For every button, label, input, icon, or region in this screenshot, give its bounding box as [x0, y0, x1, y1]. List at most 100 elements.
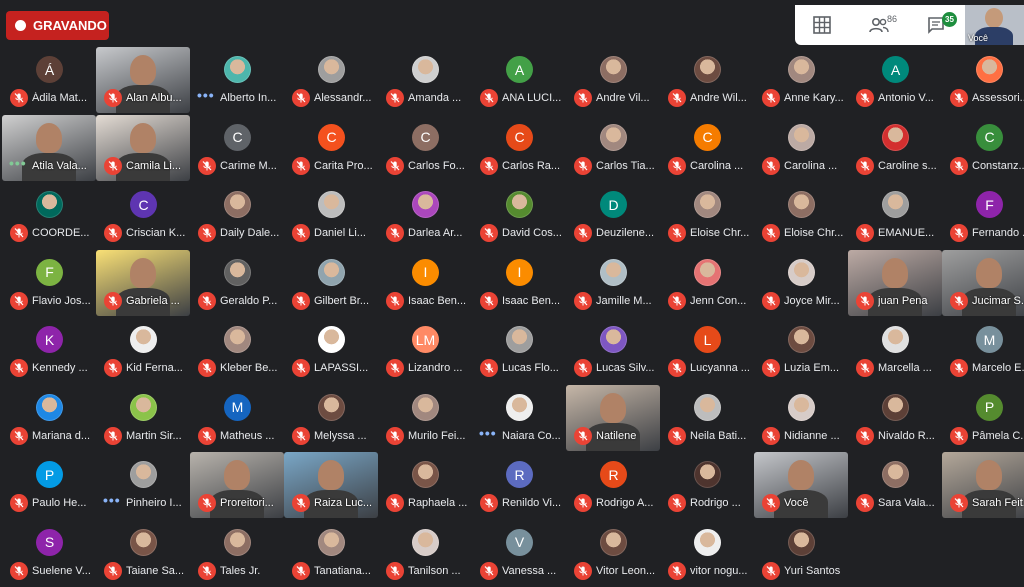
participant-tile[interactable]: Nidianne ... [754, 385, 848, 451]
participant-tile[interactable]: Jenn Con... [660, 250, 754, 316]
participant-tile[interactable]: David Cos... [472, 182, 566, 248]
participant-tile[interactable]: Sara Vala... [848, 452, 942, 518]
participant-tile[interactable]: Lucas Silv... [566, 317, 660, 383]
participant-tile[interactable]: Camila Li... [96, 114, 190, 181]
participant-tile[interactable]: Alessandr... [284, 47, 378, 113]
participant-tile[interactable]: Daniel Li... [284, 182, 378, 248]
participant-tile[interactable]: Andre Wil... [660, 47, 754, 113]
participant-tile[interactable]: I Isaac Ben... [472, 250, 566, 316]
participant-tile[interactable]: Caroline s... [848, 115, 942, 181]
participant-tile[interactable]: F Fernando ... [942, 182, 1024, 248]
participant-tile[interactable]: F Flavio Jos... [2, 250, 96, 316]
participant-tile[interactable]: P Paulo He... [2, 452, 96, 518]
participant-tile[interactable]: D Deuzilene... [566, 182, 660, 248]
participant-tile[interactable]: Gilbert Br... [284, 250, 378, 316]
participant-tile[interactable]: Raiza Luc... [284, 452, 378, 518]
participant-tile[interactable]: R Renildo Vi... [472, 452, 566, 518]
participant-tile[interactable]: ••• Pinheiro I... [96, 452, 190, 518]
participant-tile[interactable]: P Pâmela C... [942, 385, 1024, 451]
participant-tile[interactable]: COORDE... [2, 182, 96, 248]
participant-tile[interactable]: Proreitori... [190, 452, 284, 518]
participant-tile[interactable]: Daily Dale... [190, 182, 284, 248]
participant-tile[interactable]: Gabriela ... [96, 249, 190, 316]
participant-tile[interactable]: Natilene [566, 384, 660, 451]
participant-tile[interactable]: R Rodrigo A... [566, 452, 660, 518]
participant-tile[interactable]: Murilo Fei... [378, 385, 472, 451]
participant-name: Você [784, 497, 809, 509]
participant-tile[interactable]: C Constanz... [942, 115, 1024, 181]
mic-muted-icon [950, 89, 968, 107]
participant-tile[interactable]: Vitor Leon... [566, 520, 660, 586]
participant-tile[interactable]: Carlos Tia... [566, 115, 660, 181]
participant-tile[interactable]: Eloise Chr... [754, 182, 848, 248]
participant-tile[interactable]: Rodrigo ... [660, 452, 754, 518]
participant-tile[interactable]: juan Pena [848, 249, 942, 316]
mic-muted-icon [104, 426, 122, 445]
participant-tile[interactable]: Á Ádila Mat... [2, 47, 96, 113]
self-view[interactable]: Você [965, 5, 1024, 45]
participant-tile[interactable]: Taiane Sa... [96, 520, 190, 586]
participant-tile[interactable]: Martin Sir... [96, 385, 190, 451]
participant-tile[interactable]: ••• Naiara Co... [472, 385, 566, 451]
participant-tile[interactable]: Sarah Feit... [942, 452, 1024, 518]
participant-tile[interactable]: Marcella ... [848, 317, 942, 383]
participant-tile[interactable]: Jamille M... [566, 250, 660, 316]
participant-name: Atila Vala... [32, 159, 87, 172]
participant-tile[interactable]: Neila Bati... [660, 385, 754, 451]
participant-tile[interactable]: A Antonio V... [848, 47, 942, 113]
participant-name: Natilene [596, 429, 637, 442]
mic-muted-icon [574, 426, 592, 445]
participant-tile[interactable]: Mariana d... [2, 385, 96, 451]
participant-tile[interactable]: Melyssa ... [284, 385, 378, 451]
participant-tile[interactable]: Geraldo P... [190, 250, 284, 316]
participant-tile[interactable]: Joyce Mir... [754, 250, 848, 316]
participant-tile[interactable]: K Kennedy ... [2, 317, 96, 383]
participant-tile[interactable]: Kid Ferna... [96, 317, 190, 383]
participant-tile[interactable]: Amanda ... [378, 47, 472, 113]
participant-tile[interactable]: M Matheus ... [190, 385, 284, 451]
participant-tile[interactable]: S Suelene V... [2, 520, 96, 586]
participant-tile[interactable]: C Carime M... [190, 115, 284, 181]
participant-tile[interactable]: EMANUE... [848, 182, 942, 248]
participant-tile[interactable]: A ANA LUCI... [472, 47, 566, 113]
participant-tile[interactable]: Tanilson ... [378, 520, 472, 586]
participant-tile[interactable]: Tanatiana... [284, 520, 378, 586]
participant-tile[interactable]: Jucimar S... [942, 249, 1024, 316]
grid-layout-button[interactable] [808, 13, 836, 37]
participant-tile[interactable]: Eloise Chr... [660, 182, 754, 248]
participant-tile[interactable]: Tales Jr. [190, 520, 284, 586]
participant-tile[interactable]: Luzia Em... [754, 317, 848, 383]
participant-tile[interactable]: Alan Albu... [96, 47, 190, 113]
participant-tile[interactable]: Nivaldo R... [848, 385, 942, 451]
participant-tile[interactable]: Carolina ... [754, 115, 848, 181]
participant-tile[interactable]: LAPASSI... [284, 317, 378, 383]
participant-tile[interactable]: I Isaac Ben... [378, 250, 472, 316]
participant-tile[interactable]: C Carolina ... [660, 115, 754, 181]
participant-tile[interactable]: Lucas Flo... [472, 317, 566, 383]
participant-tile[interactable]: Andre Vil... [566, 47, 660, 113]
participant-tile[interactable]: C Carlos Fo... [378, 115, 472, 181]
participant-tile[interactable]: LM Lizandro ... [378, 317, 472, 383]
participant-tile[interactable]: L Lucyanna ... [660, 317, 754, 383]
participant-tile[interactable]: C Carita Pro... [284, 115, 378, 181]
participant-tile[interactable]: Assessori... [942, 47, 1024, 113]
participant-tile[interactable]: M Marcelo E... [942, 317, 1024, 383]
participant-tile[interactable]: C Carlos Ra... [472, 115, 566, 181]
participant-tile[interactable]: V Vanessa ... [472, 520, 566, 586]
participant-name: Rodrigo ... [690, 497, 741, 509]
participant-tile[interactable]: C Criscian K... [96, 182, 190, 248]
participant-tile[interactable]: Raphaela ... [378, 452, 472, 518]
participant-tile[interactable]: ••• Atila Vala... [2, 114, 96, 181]
participant-tile[interactable]: vitor nogu... [660, 520, 754, 586]
participant-video-face [130, 55, 156, 85]
participant-tile[interactable]: Yuri Santos [754, 520, 848, 586]
participant-avatar [788, 258, 815, 286]
participant-tile[interactable]: Anne Kary... [754, 47, 848, 113]
participant-tile[interactable]: Kleber Be... [190, 317, 284, 383]
participant-tile[interactable]: Darlea Ar... [378, 182, 472, 248]
participant-tile[interactable]: ••• Alberto In... [190, 47, 284, 113]
participant-name: Jenn Con... [690, 294, 747, 307]
participant-avatar [412, 191, 439, 218]
participant-tile[interactable]: Você [754, 452, 848, 518]
mic-muted-icon [762, 224, 780, 242]
